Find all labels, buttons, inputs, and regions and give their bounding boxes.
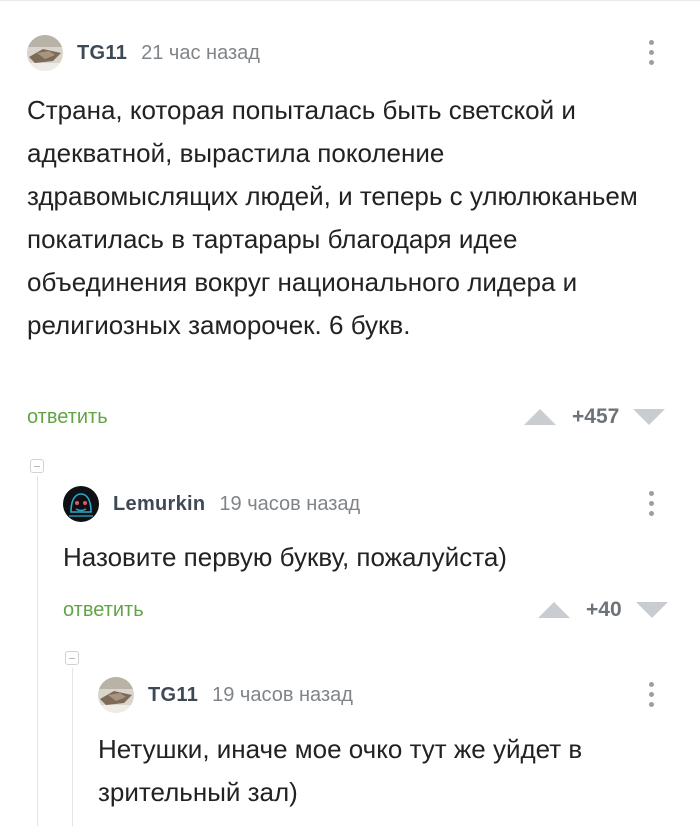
top-divider bbox=[0, 0, 700, 1]
comment-timestamp[interactable]: 21 час назад bbox=[141, 42, 260, 65]
more-options-icon[interactable] bbox=[646, 682, 656, 712]
avatar[interactable] bbox=[27, 35, 63, 71]
vote-block: +40 bbox=[538, 596, 668, 624]
comment-3: TG11 19 часов назад Нетушки, иначе мое о… bbox=[98, 675, 677, 826]
comment-2: Lemurkin 19 часов назад Назовите первую … bbox=[63, 484, 677, 644]
more-options-icon[interactable] bbox=[646, 491, 656, 521]
vote-block: +457 bbox=[524, 403, 666, 431]
comment-timestamp[interactable]: 19 часов назад bbox=[219, 493, 360, 516]
tg11-avatar-icon bbox=[27, 35, 63, 71]
downvote-icon[interactable] bbox=[633, 409, 666, 425]
collapse-thread-button[interactable] bbox=[65, 651, 79, 665]
downvote-icon[interactable] bbox=[635, 602, 668, 618]
comment-header: Lemurkin 19 часов назад bbox=[63, 484, 360, 524]
author-name[interactable]: Lemurkin bbox=[113, 493, 205, 516]
comment-timestamp[interactable]: 19 часов назад bbox=[212, 684, 353, 707]
comment-header: TG11 19 часов назад bbox=[98, 675, 353, 715]
upvote-icon[interactable] bbox=[538, 602, 570, 618]
reply-button[interactable]: ответить bbox=[63, 599, 144, 622]
more-options-icon[interactable] bbox=[646, 40, 656, 70]
comment-text: Страна, которая попыталась быть светской… bbox=[27, 95, 638, 340]
thread-line bbox=[37, 476, 38, 826]
avatar[interactable] bbox=[63, 486, 99, 522]
comment-text: Нетушки, иначе мое очко тут же уйдет в з… bbox=[98, 734, 583, 807]
tg11-avatar-icon bbox=[98, 677, 134, 713]
reply-button[interactable]: ответить bbox=[27, 406, 108, 429]
rating-count: +40 bbox=[586, 598, 622, 621]
avatar[interactable] bbox=[98, 677, 134, 713]
lemurkin-avatar-icon bbox=[63, 486, 99, 522]
upvote-icon[interactable] bbox=[524, 409, 556, 425]
author-name[interactable]: TG11 bbox=[77, 42, 127, 65]
author-name[interactable]: TG11 bbox=[148, 684, 198, 707]
comment-text: Назовите первую букву, пожалуйста) bbox=[63, 542, 507, 572]
comment-header: TG11 21 час назад bbox=[27, 33, 260, 73]
collapse-thread-button[interactable] bbox=[30, 459, 44, 473]
comment-1: TG11 21 час назад Страна, которая попыта… bbox=[27, 33, 677, 443]
thread-line bbox=[72, 668, 73, 826]
rating-count: +457 bbox=[572, 405, 620, 428]
